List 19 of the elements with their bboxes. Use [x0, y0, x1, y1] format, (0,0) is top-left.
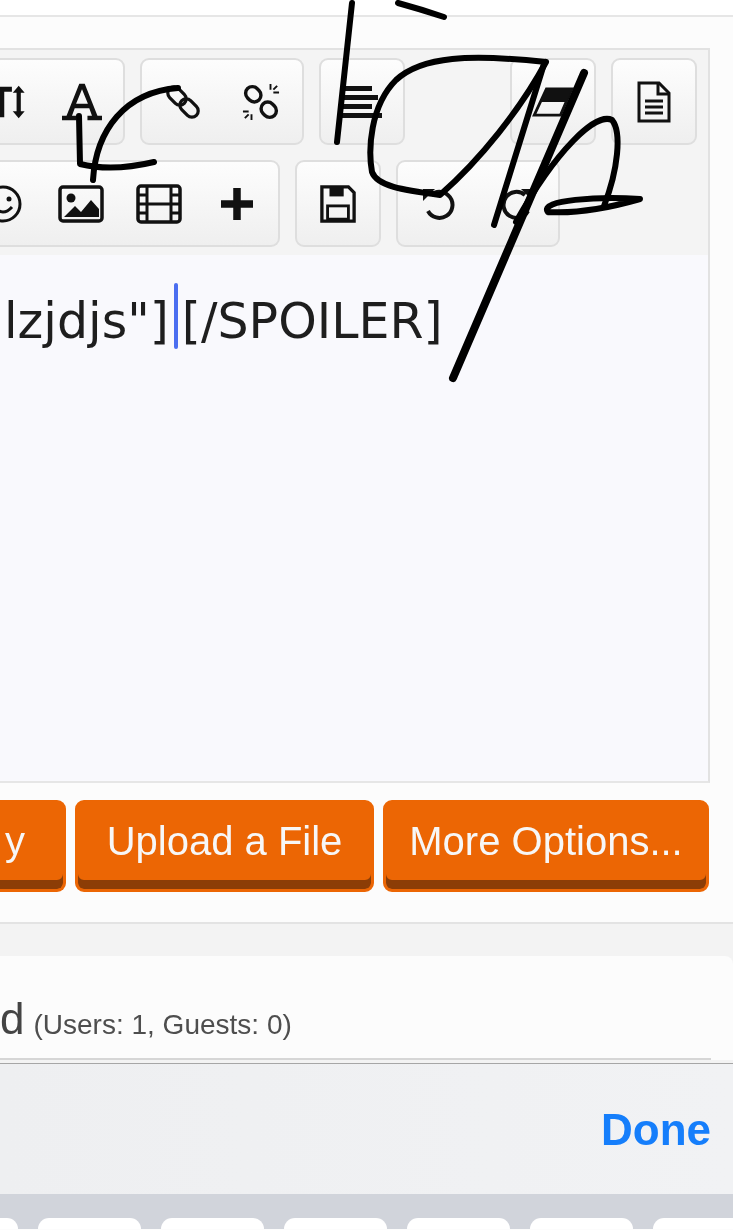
done-button[interactable]: Done: [601, 1108, 711, 1152]
user-counts: (Users: 1, Guests: 0): [33, 1008, 292, 1042]
text-size-icon: [0, 84, 26, 119]
panel-title: d: [0, 994, 25, 1044]
smiley-icon: [0, 184, 22, 223]
action-button[interactable]: Upload a File: [75, 800, 374, 892]
film-icon: [136, 183, 182, 224]
plus-icon: [221, 187, 253, 220]
text-caret: [173, 283, 178, 349]
link-icon: [165, 83, 201, 120]
image-icon: [58, 184, 104, 223]
document-icon: [637, 80, 671, 123]
eraser-icon: [532, 86, 574, 117]
action-button[interactable]: y: [0, 800, 66, 892]
editor-field[interactable]: lzjdjs"] [/SPOILER]: [0, 255, 710, 783]
broken-link-icon: [242, 82, 280, 121]
text-align-icon: [342, 85, 382, 118]
font-icon: [62, 82, 102, 121]
action-button[interactable]: More Options...: [383, 800, 709, 892]
